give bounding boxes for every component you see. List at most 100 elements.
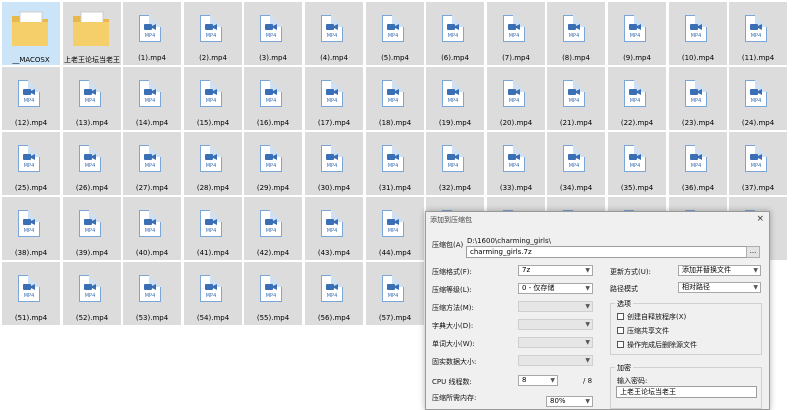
file-item[interactable]: MP4 (53).mp4 bbox=[123, 262, 181, 325]
mp4-file-icon: MP4 bbox=[382, 275, 406, 303]
file-type-label: MP4 bbox=[387, 228, 399, 234]
dict-select[interactable]: ▼ bbox=[518, 319, 593, 330]
word-select[interactable]: ▼ bbox=[518, 337, 593, 348]
file-item[interactable]: MP4 (10).mp4 bbox=[669, 2, 727, 65]
solid-select[interactable]: ▼ bbox=[518, 355, 593, 366]
archive-name-input[interactable]: charming_girls.7z bbox=[466, 246, 757, 258]
video-camera-icon bbox=[568, 89, 580, 95]
video-camera-icon bbox=[447, 154, 459, 160]
file-item[interactable]: MP4 (39).mp4 bbox=[63, 197, 121, 260]
file-item[interactable]: MP4 (9).mp4 bbox=[608, 2, 666, 65]
path-mode-value: 相对路径 bbox=[682, 283, 710, 291]
mp4-file-icon: MP4 bbox=[442, 15, 466, 43]
folder-item[interactable]: 上老王论坛当老王 bbox=[63, 2, 121, 65]
file-item[interactable]: MP4 (18).mp4 bbox=[366, 67, 424, 130]
file-item[interactable]: MP4 (23).mp4 bbox=[669, 67, 727, 130]
file-item[interactable]: MP4 (19).mp4 bbox=[426, 67, 484, 130]
file-item[interactable]: MP4 (5).mp4 bbox=[366, 2, 424, 65]
browse-button[interactable]: ... bbox=[746, 246, 760, 258]
path-mode-select[interactable]: 相对路径 ▼ bbox=[678, 282, 761, 293]
video-camera-icon bbox=[326, 89, 338, 95]
file-item[interactable]: MP4 (52).mp4 bbox=[63, 262, 121, 325]
file-item[interactable]: MP4 (54).mp4 bbox=[184, 262, 242, 325]
file-item[interactable]: MP4 (42).mp4 bbox=[244, 197, 302, 260]
update-select[interactable]: 添加并替换文件 ▼ bbox=[678, 265, 761, 276]
file-item[interactable]: MP4 (13).mp4 bbox=[63, 67, 121, 130]
file-item[interactable]: MP4 (7).mp4 bbox=[487, 2, 545, 65]
file-type-label: MP4 bbox=[508, 163, 520, 169]
delete-source-checkbox[interactable] bbox=[617, 341, 624, 348]
file-name: (27).mp4 bbox=[135, 184, 169, 192]
file-name: (52).mp4 bbox=[75, 314, 109, 322]
file-item[interactable]: MP4 (15).mp4 bbox=[184, 67, 242, 130]
sfx-checkbox[interactable] bbox=[617, 313, 624, 320]
file-item[interactable]: MP4 (56).mp4 bbox=[305, 262, 363, 325]
file-item[interactable]: MP4 (57).mp4 bbox=[366, 262, 424, 325]
file-item[interactable]: MP4 (14).mp4 bbox=[123, 67, 181, 130]
file-name: (57).mp4 bbox=[378, 314, 412, 322]
mp4-file-icon: MP4 bbox=[321, 15, 345, 43]
file-item[interactable]: MP4 (37).mp4 bbox=[729, 132, 787, 195]
file-item[interactable]: MP4 (31).mp4 bbox=[366, 132, 424, 195]
file-item[interactable]: MP4 (25).mp4 bbox=[2, 132, 60, 195]
mp4-file-icon: MP4 bbox=[382, 80, 406, 108]
file-type-label: MP4 bbox=[265, 33, 277, 39]
file-item[interactable]: MP4 (30).mp4 bbox=[305, 132, 363, 195]
shared-checkbox[interactable] bbox=[617, 327, 624, 334]
mp4-file-icon: MP4 bbox=[18, 145, 42, 173]
format-select[interactable]: 7z ▼ bbox=[518, 265, 593, 276]
video-camera-icon bbox=[23, 89, 35, 95]
file-item[interactable]: MP4 (20).mp4 bbox=[487, 67, 545, 130]
file-item[interactable]: MP4 (36).mp4 bbox=[669, 132, 727, 195]
file-name: (32).mp4 bbox=[438, 184, 472, 192]
close-icon[interactable]: × bbox=[756, 214, 764, 224]
video-camera-icon bbox=[629, 154, 641, 160]
video-camera-icon bbox=[750, 154, 762, 160]
folder-item[interactable]: __MACOSX bbox=[2, 2, 60, 65]
file-item[interactable]: MP4 (21).mp4 bbox=[547, 67, 605, 130]
file-item[interactable]: MP4 (12).mp4 bbox=[2, 67, 60, 130]
file-item[interactable]: MP4 (27).mp4 bbox=[123, 132, 181, 195]
mp4-file-icon: MP4 bbox=[79, 80, 103, 108]
file-item[interactable]: MP4 (29).mp4 bbox=[244, 132, 302, 195]
file-item[interactable]: MP4 (1).mp4 bbox=[123, 2, 181, 65]
file-item[interactable]: MP4 (8).mp4 bbox=[547, 2, 605, 65]
file-type-label: MP4 bbox=[84, 293, 96, 299]
file-type-label: MP4 bbox=[690, 33, 702, 39]
chevron-down-icon: ▼ bbox=[753, 284, 758, 291]
file-item[interactable]: MP4 (51).mp4 bbox=[2, 262, 60, 325]
file-item[interactable]: MP4 (41).mp4 bbox=[184, 197, 242, 260]
file-item[interactable]: MP4 (2).mp4 bbox=[184, 2, 242, 65]
file-item[interactable]: MP4 (38).mp4 bbox=[2, 197, 60, 260]
file-item[interactable]: MP4 (26).mp4 bbox=[63, 132, 121, 195]
file-type-label: MP4 bbox=[265, 293, 277, 299]
mp4-file-icon: MP4 bbox=[260, 275, 284, 303]
file-item[interactable]: MP4 (22).mp4 bbox=[608, 67, 666, 130]
file-item[interactable]: MP4 (4).mp4 bbox=[305, 2, 363, 65]
file-item[interactable]: MP4 (33).mp4 bbox=[487, 132, 545, 195]
memory-select[interactable]: 80% ▼ bbox=[546, 396, 593, 407]
password-input[interactable]: 上老王论坛当老王 bbox=[616, 386, 757, 398]
file-item[interactable]: MP4 (17).mp4 bbox=[305, 67, 363, 130]
mp4-file-icon: MP4 bbox=[200, 210, 224, 238]
file-item[interactable]: MP4 (40).mp4 bbox=[123, 197, 181, 260]
file-item[interactable]: MP4 (3).mp4 bbox=[244, 2, 302, 65]
archive-label: 压缩包(A) bbox=[432, 241, 464, 249]
file-type-label: MP4 bbox=[205, 293, 217, 299]
video-camera-icon bbox=[265, 219, 277, 225]
method-select[interactable]: ▼ bbox=[518, 301, 593, 312]
file-item[interactable]: MP4 (43).mp4 bbox=[305, 197, 363, 260]
file-item[interactable]: MP4 (55).mp4 bbox=[244, 262, 302, 325]
file-item[interactable]: MP4 (35).mp4 bbox=[608, 132, 666, 195]
cpu-select[interactable]: 8 ▼ bbox=[518, 375, 558, 386]
file-type-label: MP4 bbox=[144, 98, 156, 104]
file-item[interactable]: MP4 (28).mp4 bbox=[184, 132, 242, 195]
file-item[interactable]: MP4 (11).mp4 bbox=[729, 2, 787, 65]
level-select[interactable]: 0 - 仅存储 ▼ bbox=[518, 283, 593, 294]
file-item[interactable]: MP4 (16).mp4 bbox=[244, 67, 302, 130]
file-item[interactable]: MP4 (24).mp4 bbox=[729, 67, 787, 130]
file-item[interactable]: MP4 (32).mp4 bbox=[426, 132, 484, 195]
file-item[interactable]: MP4 (6).mp4 bbox=[426, 2, 484, 65]
file-item[interactable]: MP4 (44).mp4 bbox=[366, 197, 424, 260]
file-item[interactable]: MP4 (34).mp4 bbox=[547, 132, 605, 195]
